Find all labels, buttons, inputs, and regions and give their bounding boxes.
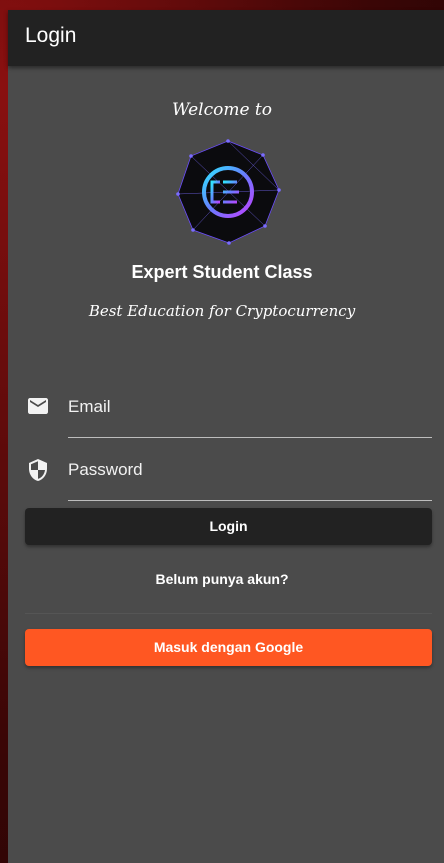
tagline: Best Education for Cryptocurrency (88, 302, 356, 320)
shield-icon (29, 459, 47, 481)
password-underline (68, 500, 432, 501)
app-name: Expert Student Class (131, 262, 313, 282)
email-underline (68, 437, 432, 438)
page-title: Login (25, 24, 77, 47)
email-field[interactable] (68, 390, 432, 424)
divider (25, 613, 432, 614)
password-field[interactable] (68, 453, 432, 487)
esc-logo-icon (176, 139, 281, 245)
mail-icon (28, 398, 48, 414)
login-button[interactable]: Login (25, 508, 432, 545)
welcome-text: Welcome to (172, 100, 272, 120)
app-bar: Login (8, 10, 444, 66)
register-link[interactable]: Belum punya akun? (0, 571, 444, 587)
google-signin-button[interactable]: Masuk dengan Google (25, 629, 432, 666)
